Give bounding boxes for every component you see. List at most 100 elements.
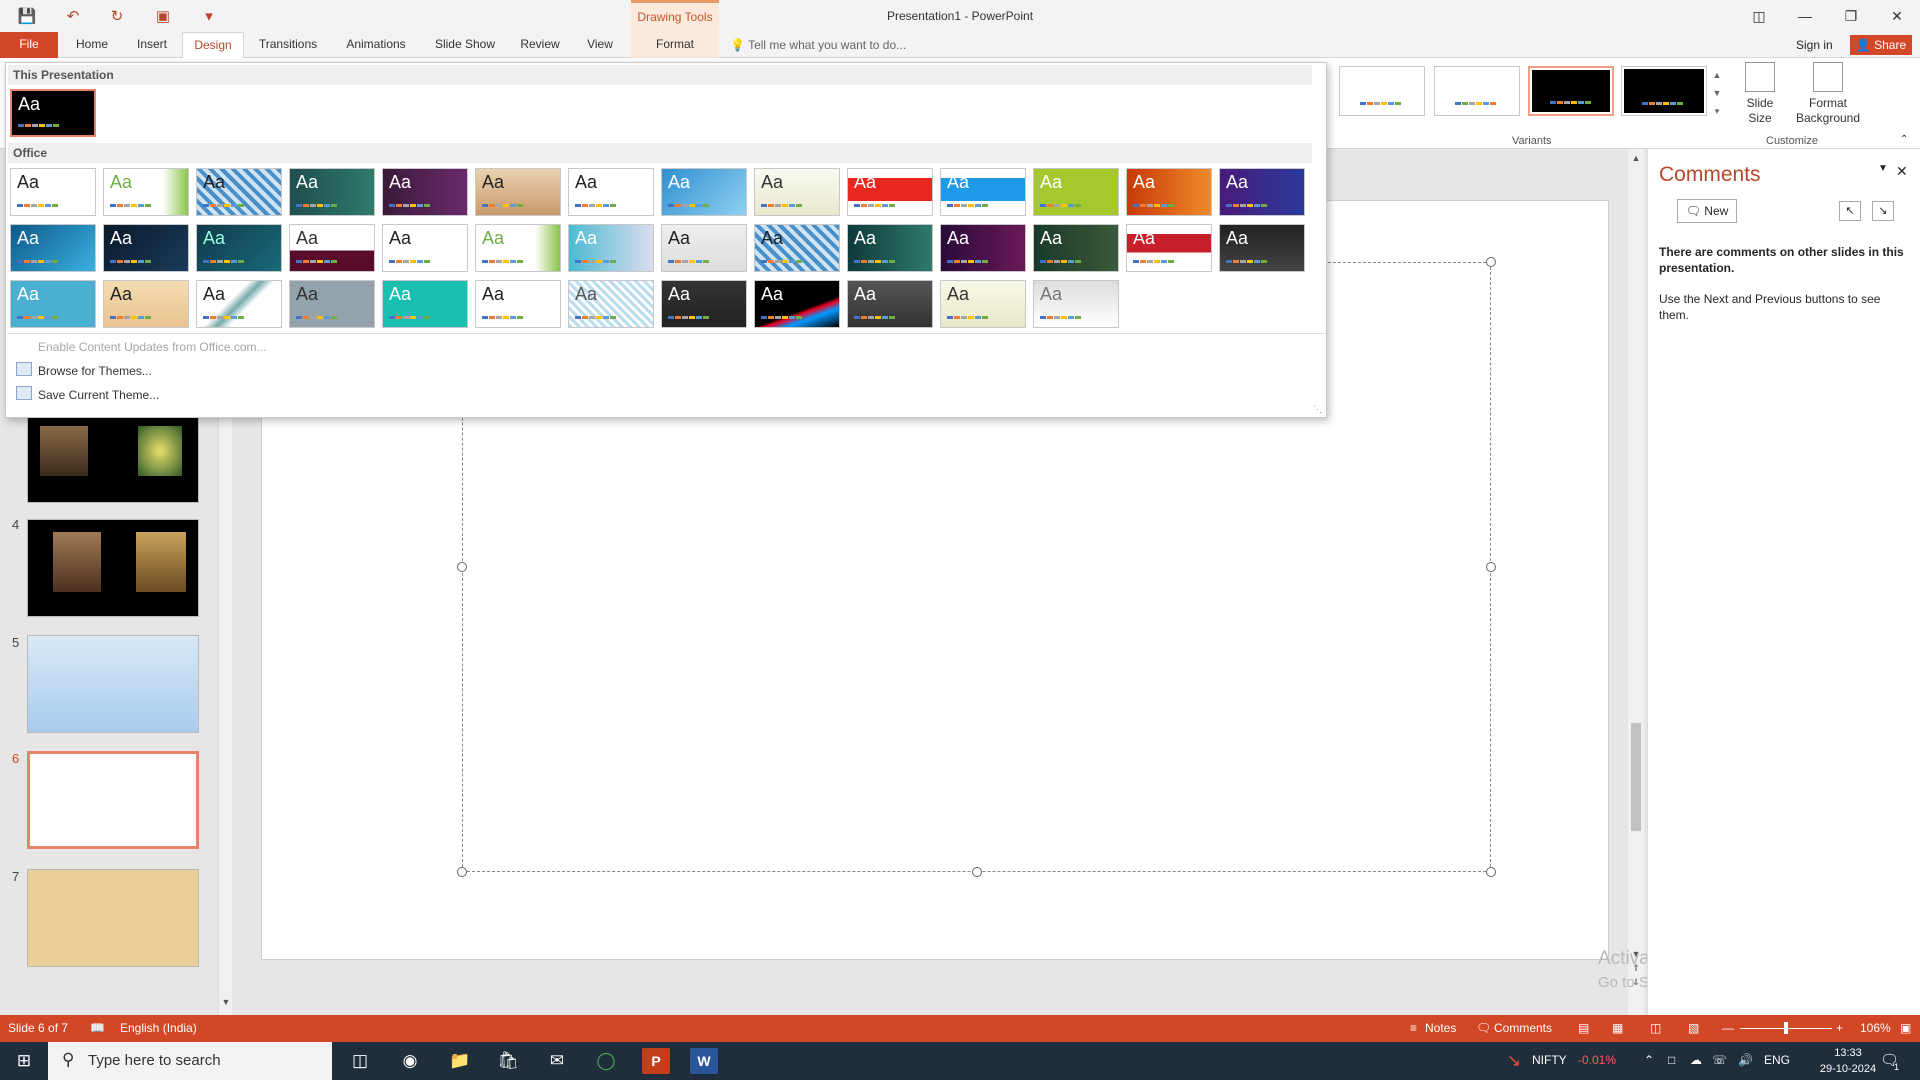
theme-office-38[interactable]: Aa: [847, 280, 933, 328]
theme-office-36[interactable]: Aa: [661, 280, 747, 328]
spell-check-icon[interactable]: 📖: [90, 1021, 105, 1035]
powerpoint-icon[interactable]: P: [642, 1048, 670, 1074]
previous-comment-icon[interactable]: ↖: [1839, 201, 1861, 221]
theme-office-19[interactable]: Aa: [382, 224, 468, 272]
theme-office-3[interactable]: Aa: [196, 168, 282, 216]
theme-office-11[interactable]: Aa: [940, 168, 1026, 216]
resize-handle[interactable]: [457, 867, 467, 877]
tab-home[interactable]: Home: [66, 32, 118, 58]
zoom-out-icon[interactable]: —: [1722, 1021, 1734, 1035]
theme-office-20[interactable]: Aa: [475, 224, 561, 272]
reading-view-icon[interactable]: ◫: [1650, 1021, 1661, 1035]
chrome-icon[interactable]: ◯: [592, 1048, 620, 1074]
comments-button[interactable]: Comments: [1494, 1021, 1552, 1035]
zoom-in-icon[interactable]: +: [1836, 1021, 1843, 1035]
theme-office-9[interactable]: Aa: [754, 168, 840, 216]
taskbar-search[interactable]: ⚲ Type here to search: [48, 1042, 332, 1080]
tab-review[interactable]: Review: [514, 32, 566, 58]
new-comment-button[interactable]: 🗨 New: [1677, 199, 1737, 223]
theme-office-30[interactable]: Aa: [103, 280, 189, 328]
zoom-slider-thumb[interactable]: [1784, 1022, 1788, 1034]
theme-office-23[interactable]: Aa: [754, 224, 840, 272]
tab-animations[interactable]: Animations: [336, 32, 416, 58]
format-background-button[interactable]: Format Background: [1790, 62, 1866, 126]
minimize-icon[interactable]: —: [1782, 0, 1828, 32]
slide-show-icon[interactable]: ▧: [1688, 1021, 1699, 1035]
tab-design[interactable]: Design: [182, 32, 244, 59]
show-hidden-icons[interactable]: ⌃: [1644, 1053, 1654, 1067]
theme-office-10[interactable]: Aa: [847, 168, 933, 216]
theme-office-5[interactable]: Aa: [382, 168, 468, 216]
theme-office-1[interactable]: Aa: [10, 168, 96, 216]
close-icon[interactable]: ✕: [1874, 0, 1920, 32]
resize-grip-icon[interactable]: ⋱: [1313, 404, 1322, 415]
theme-office-8[interactable]: Aa: [661, 168, 747, 216]
tab-insert[interactable]: Insert: [124, 32, 180, 58]
theme-office-40[interactable]: Aa: [1033, 280, 1119, 328]
edge-icon[interactable]: ◉: [396, 1048, 424, 1074]
resize-handle[interactable]: [457, 562, 467, 572]
variants-scroll[interactable]: ▲ ▼ ▾: [1710, 66, 1724, 126]
slide-thumb-6[interactable]: [27, 751, 199, 849]
theme-office-31[interactable]: Aa: [196, 280, 282, 328]
share-button[interactable]: 👤 Share: [1850, 35, 1912, 55]
task-view-icon[interactable]: ◫: [346, 1048, 374, 1074]
ribbon-display-icon[interactable]: ◫: [1736, 0, 1782, 32]
theme-office-26[interactable]: Aa: [1033, 224, 1119, 272]
store-icon[interactable]: 🛍: [494, 1048, 522, 1074]
pane-options-icon[interactable]: ▼: [1878, 163, 1888, 174]
meet-now-icon[interactable]: □: [1668, 1053, 1675, 1067]
fit-slide-icon[interactable]: ▣: [1900, 1021, 1911, 1035]
theme-office-27[interactable]: Aa: [1126, 224, 1212, 272]
resize-handle[interactable]: [1486, 562, 1496, 572]
slide-thumb-5[interactable]: [27, 635, 199, 733]
save-current-theme-item[interactable]: Save Current Theme...: [38, 388, 159, 402]
theme-office-25[interactable]: Aa: [940, 224, 1026, 272]
theme-office-24[interactable]: Aa: [847, 224, 933, 272]
scrollbar-thumb[interactable]: [1631, 723, 1641, 831]
theme-office-14[interactable]: Aa: [1219, 168, 1305, 216]
slide-thumb-3[interactable]: [27, 405, 199, 503]
restore-icon[interactable]: ❐: [1828, 0, 1874, 32]
theme-office-2[interactable]: Aa: [103, 168, 189, 216]
slide-scrollbar[interactable]: ▲ ▼ ⇑ ⇓: [1628, 149, 1644, 1015]
theme-office-21[interactable]: Aa: [568, 224, 654, 272]
theme-office-34[interactable]: Aa: [475, 280, 561, 328]
language-indicator[interactable]: English (India): [120, 1021, 197, 1035]
collapse-ribbon-icon[interactable]: ⌃: [1900, 134, 1908, 145]
word-icon[interactable]: W: [690, 1048, 718, 1074]
slide-indicator[interactable]: Slide 6 of 7: [8, 1021, 68, 1035]
variant-1[interactable]: [1339, 66, 1425, 116]
tell-me-search[interactable]: 💡 Tell me what you want to do...: [730, 32, 906, 58]
resize-handle[interactable]: [972, 867, 982, 877]
theme-office-39[interactable]: Aa: [940, 280, 1026, 328]
theme-current[interactable]: Aa: [10, 89, 96, 137]
slide-size-button[interactable]: Slide Size: [1742, 62, 1778, 126]
slide-thumb-7[interactable]: [27, 869, 199, 967]
theme-office-12[interactable]: Aa: [1033, 168, 1119, 216]
notes-button[interactable]: Notes: [1425, 1021, 1456, 1035]
browse-themes-item[interactable]: Browse for Themes...: [38, 364, 152, 378]
theme-office-37[interactable]: Aa: [754, 280, 840, 328]
tab-format[interactable]: Format: [631, 32, 719, 58]
input-language[interactable]: ENG: [1764, 1053, 1790, 1067]
network-icon[interactable]: ☏: [1712, 1053, 1727, 1067]
mail-icon[interactable]: ✉: [543, 1048, 571, 1074]
resize-handle[interactable]: [1486, 257, 1496, 267]
theme-office-18[interactable]: Aa: [289, 224, 375, 272]
resize-handle[interactable]: [1486, 867, 1496, 877]
theme-office-7[interactable]: Aa: [568, 168, 654, 216]
file-explorer-icon[interactable]: 📁: [446, 1048, 474, 1074]
onedrive-icon[interactable]: ☁: [1690, 1053, 1702, 1067]
theme-office-6[interactable]: Aa: [475, 168, 561, 216]
theme-office-17[interactable]: Aa: [196, 224, 282, 272]
stock-name[interactable]: NIFTY: [1532, 1053, 1567, 1067]
next-comment-icon[interactable]: ↘: [1872, 201, 1894, 221]
close-pane-icon[interactable]: ✕: [1896, 163, 1908, 180]
theme-office-33[interactable]: Aa: [382, 280, 468, 328]
theme-office-32[interactable]: Aa: [289, 280, 375, 328]
slide-thumb-4[interactable]: [27, 519, 199, 617]
sign-in-link[interactable]: Sign in: [1796, 32, 1833, 58]
tab-file[interactable]: File: [0, 32, 58, 58]
theme-office-35[interactable]: Aa: [568, 280, 654, 328]
